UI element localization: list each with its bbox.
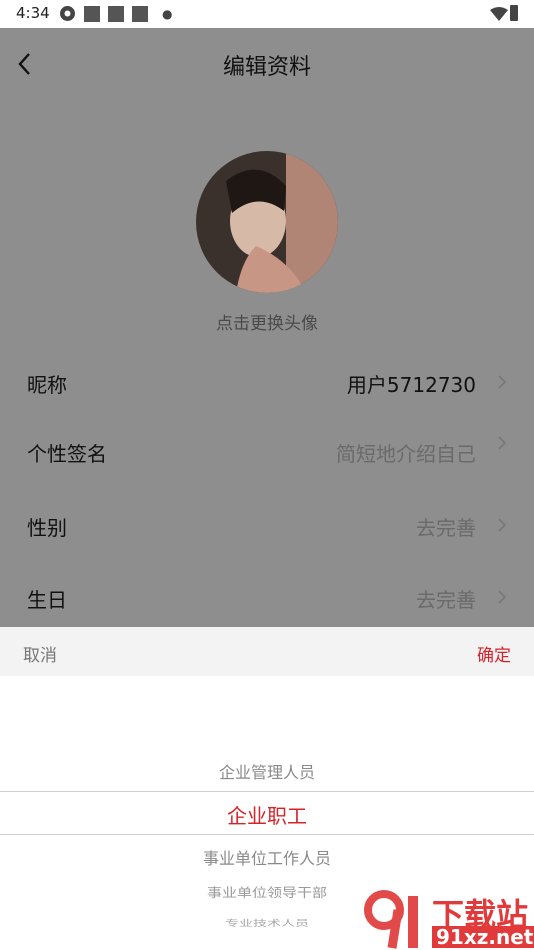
nickname-label: 昵称 xyxy=(27,373,67,397)
birthday-value: 去完善 xyxy=(416,588,476,612)
wifi-icon xyxy=(490,7,508,21)
notification-icon xyxy=(84,6,100,22)
avatar-photo xyxy=(196,151,338,293)
birthday-row[interactable]: 生日 去完善 xyxy=(0,570,534,626)
picker-option[interactable]: 企业管理人员 xyxy=(0,759,534,783)
nickname-value: 用户5712730 xyxy=(346,373,476,397)
watermark-domain: 91xz.net xyxy=(432,926,534,948)
chevron-right-icon xyxy=(498,436,507,450)
picker-option[interactable]: 事业单位工作人员 xyxy=(0,845,534,869)
picker-toolbar: 取消 确定 xyxy=(0,627,534,676)
change-avatar-link[interactable]: 点击更换头像 xyxy=(0,309,534,334)
cancel-button[interactable]: 取消 xyxy=(23,641,57,666)
battery-icon xyxy=(510,5,518,21)
chevron-right-icon xyxy=(498,518,507,532)
site-watermark: 下载站 91xz.net xyxy=(362,890,534,950)
picker-selection-divider xyxy=(0,834,534,835)
watermark-logo-icon xyxy=(364,890,418,949)
page-title: 编辑资料 xyxy=(222,55,311,80)
gender-value: 去完善 xyxy=(416,516,476,540)
status-time: 4:34 xyxy=(16,4,50,22)
confirm-button[interactable]: 确定 xyxy=(477,641,511,666)
more-notifications-icon: ● xyxy=(162,7,173,21)
settings-status-icon xyxy=(60,6,75,21)
gender-row[interactable]: 性别 去完善 xyxy=(0,498,534,554)
nickname-row[interactable]: 昵称 用户5712730 xyxy=(0,355,534,411)
chevron-right-icon xyxy=(498,375,507,389)
signature-label: 个性签名 xyxy=(27,442,107,466)
signature-row[interactable]: 个性签名 简短地介绍自己 xyxy=(0,424,534,480)
gender-label: 性别 xyxy=(27,516,67,540)
birthday-label: 生日 xyxy=(27,588,67,612)
signature-value: 简短地介绍自己 xyxy=(336,442,476,466)
avatar[interactable] xyxy=(196,151,338,293)
notification-icon xyxy=(108,6,124,22)
edit-profile-page: 编辑资料 点击更换头像 昵称 用户5712730 个性签名 简短地介绍自己 性别… xyxy=(0,28,534,627)
status-bar: 4:34 ● xyxy=(0,0,534,28)
notification-icon xyxy=(132,6,148,22)
chevron-right-icon xyxy=(498,590,507,604)
picker-option-selected[interactable]: 企业职工 xyxy=(0,800,534,829)
picker-selection-divider xyxy=(0,791,534,792)
